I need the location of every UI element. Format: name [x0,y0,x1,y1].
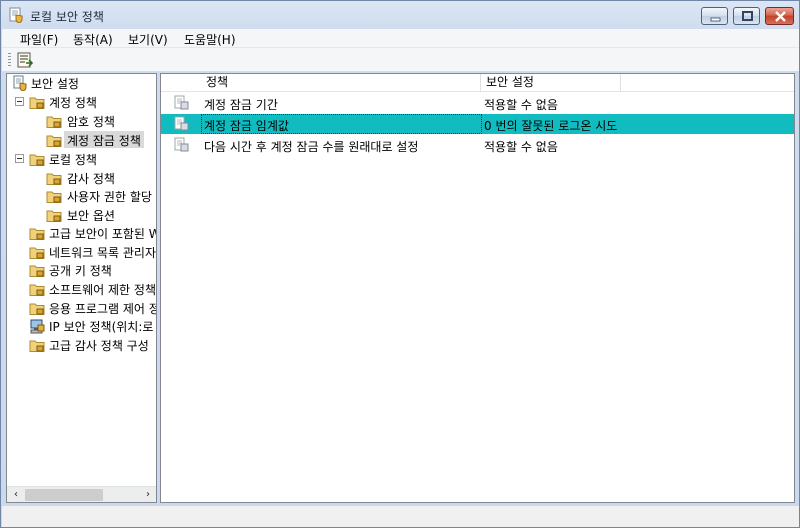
horizontal-scrollbar[interactable]: ‹ › [7,486,156,502]
tree-item-account-lockout-policy[interactable]: 계정 잠금 정책 [7,131,156,149]
toolbar-grip[interactable] [8,53,11,67]
folder-lock-icon [46,173,62,185]
tree-label: 공개 키 정책 [49,264,112,278]
tree-label: 암호 정책 [67,115,115,129]
tree-label: 로컬 정책 [49,153,97,167]
tree-label: 고급 감사 정책 구성 [49,339,149,353]
export-list-icon[interactable] [16,51,34,69]
maximize-icon [742,11,753,21]
tree-item-audit-policy[interactable]: 감사 정책 [7,169,156,187]
tree-label: IP 보안 정책(위치:로 [49,320,154,334]
tree-item-password-policy[interactable]: 암호 정책 [7,112,156,130]
folder-lock-icon [29,97,45,109]
scroll-left-icon[interactable]: ‹ [8,487,24,502]
menu-action[interactable]: 동작(A) [73,31,113,48]
title-bar[interactable]: 로컬 보안 정책 [1,1,799,29]
security-settings-icon [13,75,27,91]
scroll-right-icon[interactable]: › [140,487,156,502]
scrollbar-thumb[interactable] [25,489,103,501]
folder-lock-icon [29,340,45,352]
policy-setting: 적용할 수 없음 [484,140,558,154]
minimize-button[interactable] [701,7,728,25]
security-policy-icon [9,7,23,23]
close-button[interactable] [765,7,794,25]
tree-label: 감사 정책 [67,172,115,186]
tree-item-account-policy[interactable]: 계정 정책 [7,93,156,111]
menu-file[interactable]: 파일(F) [20,31,58,48]
tree-label: 계정 정책 [49,96,97,110]
collapse-toggle-icon[interactable] [15,154,24,163]
list-row-selected[interactable]: 계정 잠금 임계값 0 번의 잘못된 로그온 시도 [161,114,794,134]
list-row[interactable]: 계정 잠금 기간 적용할 수 없음 [161,93,794,113]
maximize-button[interactable] [733,7,760,25]
list-header: 정책 보안 설정 [161,74,794,92]
tree-item-security-options[interactable]: 보안 옵션 [7,206,156,224]
policy-setting: 적용할 수 없음 [484,98,558,112]
folder-lock-icon [29,228,45,240]
folder-lock-icon [29,303,45,315]
tree-pane[interactable]: 보안 설정 계정 정책 암호 정책 계정 잠금 정책 로컬 정책 감사 정책 사… [6,73,157,503]
minimize-icon [710,17,721,22]
folder-lock-icon [46,116,62,128]
tree-label: 소프트웨어 제한 정책 [49,283,156,297]
folder-lock-icon [29,154,45,166]
policy-icon [174,95,189,110]
column-header-security-setting[interactable]: 보안 설정 [481,74,621,92]
tree-item-advanced-audit[interactable]: 고급 감사 정책 구성 [7,336,156,354]
menu-bar: 파일(F) 동작(A) 보기(V) 도움말(H) [2,29,799,48]
column-header-policy[interactable]: 정책 [201,74,481,92]
tree-item-advanced-firewall[interactable]: 고급 보안이 포함된 W [7,224,157,242]
tree-label: 네트워크 목록 관리자 [49,246,156,260]
main-window: 로컬 보안 정책 파일(F) 동작(A) 보기(V) 도움말(H) 보안 설정 … [0,0,800,528]
policy-name: 계정 잠금 임계값 [204,119,289,133]
folder-lock-icon [29,265,45,277]
tree-item-public-key[interactable]: 공개 키 정책 [7,261,156,279]
close-icon [775,11,786,22]
folder-lock-icon [46,135,62,147]
folder-lock-icon [46,210,62,222]
tree-label: 고급 보안이 포함된 W [49,227,157,241]
window-title: 로컬 보안 정책 [30,10,104,24]
folder-lock-icon [29,247,45,259]
folder-lock-icon [46,191,62,203]
policy-setting: 0 번의 잘못된 로그온 시도 [484,119,618,133]
tree-item-local-policy[interactable]: 로컬 정책 [7,150,156,168]
tree-label: 보안 설정 [31,77,79,91]
tree-label: 보안 옵션 [67,209,115,223]
status-bar [2,505,799,527]
ip-security-computer-icon [30,319,45,334]
tree-item-app-control[interactable]: 응용 프로그램 제어 정 [7,299,157,317]
tree-label: 사용자 권한 할당 [67,190,152,204]
folder-lock-icon [29,284,45,296]
menu-view[interactable]: 보기(V) [128,31,168,48]
tree-item-ip-security[interactable]: IP 보안 정책(위치:로 [7,317,156,335]
policy-name: 다음 시간 후 계정 잠금 수를 원래대로 설정 [204,140,419,154]
tree-item-user-rights[interactable]: 사용자 권한 할당 [7,187,156,205]
toolbar [2,48,799,72]
tree-label: 응용 프로그램 제어 정 [49,302,157,316]
tree-item-network-list[interactable]: 네트워크 목록 관리자 [7,243,156,261]
policy-list-pane[interactable]: 정책 보안 설정 계정 잠금 기간 적용할 수 없음 계정 잠금 임계값 0 번… [160,73,795,503]
collapse-toggle-icon[interactable] [15,97,24,106]
policy-name: 계정 잠금 기간 [204,98,278,112]
policy-icon [174,137,189,152]
list-row[interactable]: 다음 시간 후 계정 잠금 수를 원래대로 설정 적용할 수 없음 [161,135,794,155]
menu-help[interactable]: 도움말(H) [184,31,236,48]
tree-label: 계정 잠금 정책 [67,134,141,148]
policy-icon [174,116,189,131]
tree-item-software-restriction[interactable]: 소프트웨어 제한 정책 [7,280,156,298]
tree-item-security-settings[interactable]: 보안 설정 [7,74,156,92]
